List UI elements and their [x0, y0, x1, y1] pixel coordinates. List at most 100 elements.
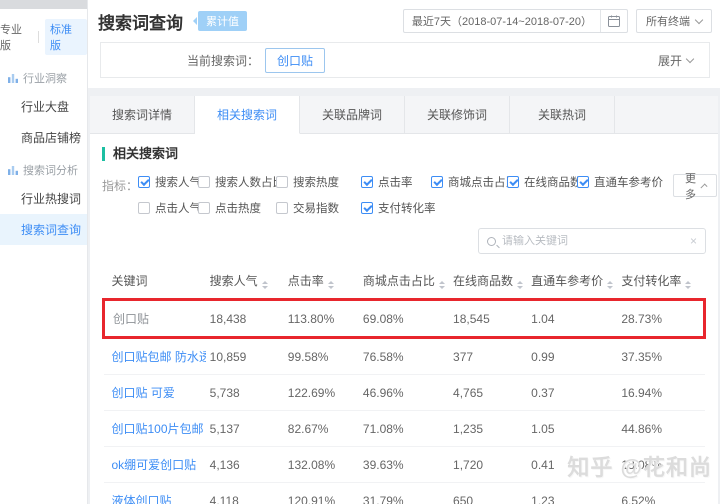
keyword-search-row: ×	[102, 228, 706, 254]
keyword-link[interactable]: 创口贴 可爱	[112, 386, 175, 400]
cumulative-value-badge: 累计值	[198, 11, 247, 31]
indicator-checkbox-item[interactable]: 搜索热度	[276, 174, 361, 190]
indicator-checkbox-item[interactable]: 在线商品数	[507, 174, 577, 190]
checkbox-unchecked-icon[interactable]	[138, 202, 150, 214]
current-search-label: 当前搜索词：	[187, 52, 259, 69]
keyword-link[interactable]: 创口贴100片包邮	[112, 422, 204, 436]
value-cell: 69.08%	[359, 300, 449, 338]
keyword-link[interactable]: 创口贴包邮 防水透气 ...	[112, 350, 206, 364]
keyword-link[interactable]: 液体创口贴	[112, 494, 172, 504]
version-tab-standard[interactable]: 标准版	[45, 19, 87, 55]
version-tab-pro[interactable]: 专业版	[0, 21, 32, 53]
checkbox-checked-icon[interactable]	[577, 176, 589, 188]
indicator-checkbox-item[interactable]: 支付转化率	[361, 200, 431, 216]
table-row: 液体创口贴4,118120.91%31.79%6501.236.52%	[104, 483, 705, 504]
terminal-filter-label: 所有终端	[646, 13, 690, 29]
chevron-up-icon	[700, 183, 707, 190]
sidebar-item-search-term-query[interactable]: 搜索词查询	[0, 214, 87, 245]
sidebar-item-industry-overview[interactable]: 行业大盘	[0, 91, 87, 122]
keyword-cell: 创口贴	[104, 300, 206, 338]
value-cell: 18,545	[449, 300, 527, 338]
indicator-label: 交易指数	[293, 200, 339, 216]
more-indicators-button[interactable]: 更多	[673, 174, 717, 197]
value-cell: 650	[449, 483, 527, 504]
sort-icon[interactable]	[517, 281, 523, 289]
page-header: 搜索词查询 累计值 最近7天（2018-07-14~2018-07-20） 所有…	[88, 0, 720, 88]
column-header-label: 点击率	[288, 274, 324, 288]
checkbox-unchecked-icon[interactable]	[198, 202, 210, 214]
keyword-cell: 创口贴100片包邮	[104, 411, 206, 447]
keyword-text: 创口贴	[113, 312, 149, 326]
indicator-row: 搜索人气搜索人数占比搜索热度点击率商城点击占比在线商品数直通车参考价	[138, 174, 673, 190]
tab-related-modifier-terms[interactable]: 关联修饰词	[405, 96, 510, 133]
sort-icon[interactable]	[685, 281, 691, 289]
related-search-panel: 搜索词详情相关搜索词关联品牌词关联修饰词关联热词 相关搜索词 指标： 搜索人气搜…	[90, 96, 718, 504]
sort-icon[interactable]	[328, 281, 334, 289]
section-title: 相关搜索词	[102, 147, 706, 161]
tab-related-search-terms[interactable]: 相关搜索词	[195, 96, 300, 134]
indicator-checkbox-item[interactable]: 交易指数	[276, 200, 361, 216]
indicator-label: 搜索人气	[155, 174, 201, 190]
checkbox-checked-icon[interactable]	[361, 176, 373, 188]
value-cell: 76.58%	[359, 338, 449, 375]
value-cell: 0.37	[527, 375, 617, 411]
sidebar-nav: 行业洞察行业大盘商品店铺榜搜索词分析行业热搜词搜索词查询	[0, 61, 87, 245]
indicator-checkbox-item[interactable]: 点击率	[361, 174, 431, 190]
calendar-icon[interactable]	[601, 15, 627, 27]
column-header[interactable]: 搜索人气	[206, 264, 284, 300]
expand-toggle[interactable]: 展开	[658, 52, 693, 69]
value-cell: 0.41	[527, 447, 617, 483]
tab-related-brand-terms[interactable]: 关联品牌词	[300, 96, 405, 133]
column-header[interactable]: 直通车参考价	[527, 264, 617, 300]
indicator-checkbox-item[interactable]: 直通车参考价	[577, 174, 673, 190]
indicator-checkbox-item[interactable]: 商城点击占比	[431, 174, 507, 190]
value-cell: 18,438	[206, 300, 284, 338]
value-cell: 44.86%	[617, 411, 704, 447]
keyword-link[interactable]: ok绷可爱创口贴	[112, 458, 197, 472]
column-header[interactable]: 商城点击占比	[359, 264, 449, 300]
value-cell: 16.94%	[617, 375, 704, 411]
column-header[interactable]: 支付转化率	[617, 264, 704, 300]
checkbox-unchecked-icon[interactable]	[276, 176, 288, 188]
indicator-checkbox-item[interactable]: 点击热度	[198, 200, 276, 216]
checkbox-unchecked-icon[interactable]	[198, 176, 210, 188]
column-header-label: 在线商品数	[453, 274, 513, 288]
chevron-down-icon	[695, 15, 703, 23]
date-range-picker[interactable]: 最近7天（2018-07-14~2018-07-20）	[403, 9, 628, 33]
column-header[interactable]: 点击率	[284, 264, 359, 300]
tab-search-term-detail[interactable]: 搜索词详情	[90, 96, 195, 133]
checkbox-checked-icon[interactable]	[361, 202, 373, 214]
column-header-label: 搜索人气	[210, 274, 258, 288]
sidebar: 专业版 标准版 行业洞察行业大盘商品店铺榜搜索词分析行业热搜词搜索词查询	[0, 0, 88, 504]
terminal-filter-dropdown[interactable]: 所有终端	[636, 9, 712, 33]
indicator-checkbox-item[interactable]: 搜索人数占比	[198, 174, 276, 190]
checkbox-checked-icon[interactable]	[507, 176, 519, 188]
page-title: 搜索词查询	[98, 9, 183, 34]
tab-related-hot-terms[interactable]: 关联热词	[510, 96, 615, 133]
indicator-checkbox-item[interactable]: 搜索人气	[138, 174, 198, 190]
chevron-down-icon	[686, 54, 694, 62]
keyword-search-box: ×	[478, 228, 706, 254]
current-search-term-bar: 当前搜索词： 创口贴 展开	[100, 42, 710, 78]
clear-input-icon[interactable]: ×	[690, 234, 697, 248]
checkbox-checked-icon[interactable]	[138, 176, 150, 188]
more-label: 更多	[684, 170, 697, 202]
version-switcher: 专业版 标准版	[0, 9, 87, 61]
sidebar-group-search-term-analysis: 搜索词分析	[0, 153, 87, 183]
indicator-label: 搜索人数占比	[215, 174, 284, 190]
indicator-checkbox-item[interactable]: 点击人气	[138, 200, 198, 216]
keyword-cell: ok绷可爱创口贴	[104, 447, 206, 483]
sidebar-item-industry-hot-search-words[interactable]: 行业热搜词	[0, 183, 87, 214]
sort-icon[interactable]	[607, 281, 613, 289]
column-header[interactable]: 在线商品数	[449, 264, 527, 300]
indicator-filters: 指标： 搜索人气搜索人数占比搜索热度点击率商城点击占比在线商品数直通车参考价点击…	[102, 174, 706, 226]
value-cell: 28.73%	[617, 300, 704, 338]
sort-icon[interactable]	[262, 281, 268, 289]
checkbox-unchecked-icon[interactable]	[276, 202, 288, 214]
value-cell: 82.67%	[284, 411, 359, 447]
sidebar-item-product-shop-rank[interactable]: 商品店铺榜	[0, 122, 87, 153]
sort-icon[interactable]	[439, 281, 445, 289]
keyword-search-input[interactable]	[502, 235, 684, 247]
current-search-term-button[interactable]: 创口贴	[265, 48, 325, 73]
checkbox-checked-icon[interactable]	[431, 176, 443, 188]
